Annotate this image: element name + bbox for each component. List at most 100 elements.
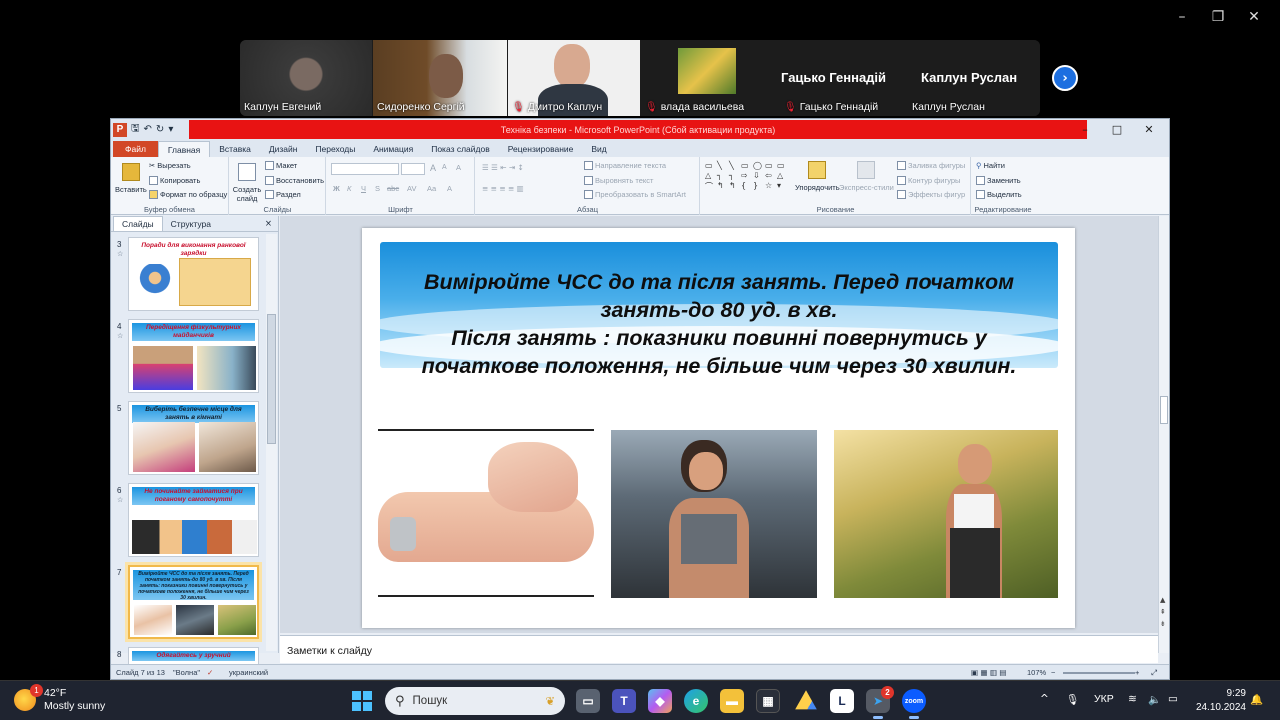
underline-button[interactable]: Ч <box>361 184 366 193</box>
slide-thumbnail-3[interactable]: Поради для виконання ранкової зарядки <box>128 237 259 311</box>
close-panel-icon[interactable]: × <box>257 217 278 231</box>
maximize-icon[interactable]: ❐ <box>1200 6 1236 28</box>
text-direction-button[interactable]: Направление текста <box>584 161 666 170</box>
copy-button[interactable]: Копировать <box>149 176 200 185</box>
quick-styles-button[interactable]: Экспресс-стили <box>839 161 894 192</box>
redo-icon[interactable]: ↻ <box>156 124 164 135</box>
tab-file[interactable]: Файл <box>113 141 158 157</box>
tab-transitions[interactable]: Переходы <box>306 141 364 157</box>
zoom-in-button[interactable]: + <box>1135 668 1139 677</box>
view-buttons[interactable]: ▣ ▦ ▥ ▤ <box>971 668 1007 677</box>
tab-design[interactable]: Дизайн <box>260 141 307 157</box>
arrange-button[interactable]: Упорядочить <box>795 161 840 192</box>
panel-scrollbar[interactable] <box>266 234 277 651</box>
slide-thumbnail-4[interactable]: Передіщення фізкультурних майданчиків <box>128 319 259 393</box>
runner-photo[interactable] <box>611 430 817 598</box>
file-explorer-icon[interactable]: ▬ <box>720 689 744 713</box>
tab-outline[interactable]: Структура <box>163 217 219 231</box>
pulse-photo[interactable] <box>378 432 594 594</box>
smartart-button[interactable]: Преобразовать в SmartArt <box>584 190 686 199</box>
cut-button[interactable]: ✂ Вырезать <box>149 161 191 170</box>
l-app-icon[interactable]: L <box>830 689 854 713</box>
tab-slides[interactable]: Слайды <box>113 216 163 231</box>
grow-font-button[interactable]: A <box>430 163 436 173</box>
save-icon[interactable]: 🖫 <box>131 121 140 138</box>
bullets-icon[interactable]: ☰ ☰ ⇤ ⇥ ↕ <box>482 163 524 172</box>
change-case-button[interactable]: Aa <box>427 184 436 193</box>
zoom-out-button[interactable]: − <box>1051 668 1055 677</box>
shadow-button[interactable]: S <box>375 184 380 193</box>
participant-tile[interactable]: 🎙 влада васильева <box>641 40 773 116</box>
close-icon[interactable]: ✕ <box>1236 6 1272 28</box>
align-text-button[interactable]: Выровнять текст <box>584 176 653 185</box>
slide-thumbnail-5[interactable]: Виберіть безпечне місце для занять в кім… <box>128 401 259 475</box>
customize-icon[interactable]: ▾ <box>168 124 173 135</box>
font-size-select[interactable] <box>401 163 425 175</box>
bold-button[interactable]: Ж <box>333 184 340 193</box>
prev-slide-icon[interactable]: ⇞ <box>1160 608 1166 616</box>
clear-format-button[interactable]: A <box>456 163 461 172</box>
select-button[interactable]: Выделить <box>976 190 1022 199</box>
shrink-font-button[interactable]: A <box>442 164 447 171</box>
minimize-icon[interactable]: – <box>1069 119 1101 139</box>
minimize-icon[interactable]: – <box>1164 6 1200 28</box>
shapes-gallery[interactable]: ▭ ╲ ╲ ▭ ◯ ▭ ▭ △ ┐ ┐ ⇨ ⇩ ⇦ △ ⌒ ↰ ↰{} ☆ ▾ <box>705 161 787 192</box>
copilot-icon[interactable]: ◆ <box>648 689 672 713</box>
edge-icon[interactable]: e <box>684 689 708 713</box>
zoom-level[interactable]: 107% <box>1027 668 1046 677</box>
scrollbar-thumb[interactable] <box>267 314 276 444</box>
shape-fill-button[interactable]: Заливка фигуры <box>897 161 965 170</box>
scrollbar-thumb[interactable] <box>1160 396 1168 424</box>
layout-button[interactable]: Макет <box>265 161 297 170</box>
next-slide-icon[interactable]: ⇟ <box>1160 620 1166 628</box>
wifi-icon[interactable]: ≋ <box>1128 693 1137 705</box>
search-box[interactable]: ⚲ Пошук ❦ <box>385 687 565 715</box>
microphone-icon[interactable]: 🎙 <box>1066 693 1079 706</box>
format-painter-button[interactable]: Формат по образцу <box>149 190 227 199</box>
telegram-icon[interactable]: ➤ 2 <box>866 686 894 713</box>
undo-icon[interactable]: ↶ <box>144 124 152 135</box>
slide-thumbnail-7[interactable]: Вимірюйте ЧСС до та після занять. Перед … <box>125 562 262 642</box>
close-icon[interactable]: ✕ <box>1133 119 1165 139</box>
next-page-button[interactable]: › <box>1052 65 1078 91</box>
find-button[interactable]: ⚲ Найти <box>976 161 1005 170</box>
shape-outline-button[interactable]: Контур фигуры <box>897 176 960 185</box>
battery-icon[interactable]: ▭ <box>1168 693 1178 705</box>
slide-thumbnail-6[interactable]: Не починайте займатися при поганому само… <box>128 483 259 557</box>
weather-widget[interactable]: 1 42°F Mostly sunny <box>14 684 105 713</box>
store-icon[interactable]: ▦ <box>756 689 780 713</box>
paste-button[interactable]: Вставить <box>115 163 147 194</box>
maximize-icon[interactable]: □ <box>1101 119 1133 139</box>
notes-pane[interactable]: Заметки к слайду <box>280 635 1158 663</box>
align-icon[interactable]: ≡ ≡ ≡ ≡ ▥ <box>482 184 524 193</box>
chevron-up-icon[interactable]: ^ <box>1040 693 1049 705</box>
notifications-bell-icon[interactable]: 🔔 <box>1250 693 1263 706</box>
fit-window-icon[interactable]: ⤢ <box>1151 668 1157 678</box>
tab-home[interactable]: Главная <box>157 141 211 157</box>
jogger-photo[interactable] <box>834 430 1058 598</box>
tab-insert[interactable]: Вставка <box>210 141 260 157</box>
new-slide-button[interactable]: Создать слайд <box>233 163 261 203</box>
teams-icon[interactable]: T <box>612 689 636 713</box>
scroll-up-icon[interactable]: ▲ <box>1160 596 1165 604</box>
language-indicator[interactable]: УКР <box>1094 693 1114 705</box>
section-button[interactable]: Раздел <box>265 190 301 199</box>
tab-animation[interactable]: Анимация <box>364 141 422 157</box>
shape-effects-button[interactable]: Эффекты фигур <box>897 190 965 199</box>
font-color-button[interactable]: A <box>447 184 452 193</box>
slide-scrollbar[interactable]: ▲ ⇞ ⇟ <box>1158 216 1169 653</box>
clock[interactable]: 9:29 24.10.2024 <box>1196 687 1246 715</box>
font-name-select[interactable] <box>331 163 399 175</box>
tab-slideshow[interactable]: Показ слайдов <box>422 141 499 157</box>
task-view-icon[interactable]: ▭ <box>576 689 600 713</box>
participant-tile[interactable]: Сидоренко Сергій <box>373 40 507 116</box>
tab-review[interactable]: Рецензирование <box>499 141 583 157</box>
google-drive-icon[interactable] <box>795 690 817 710</box>
participant-tile[interactable]: 🎙 Дмитро Каплун <box>508 40 640 116</box>
tab-view[interactable]: Вид <box>582 141 615 157</box>
strikethrough-button[interactable]: abc <box>387 184 399 193</box>
zoom-slider[interactable] <box>1063 672 1135 674</box>
windows-start-icon[interactable] <box>352 691 372 711</box>
participant-tile[interactable]: Каплун Евгений <box>240 40 372 116</box>
replace-button[interactable]: Заменить <box>976 176 1021 185</box>
